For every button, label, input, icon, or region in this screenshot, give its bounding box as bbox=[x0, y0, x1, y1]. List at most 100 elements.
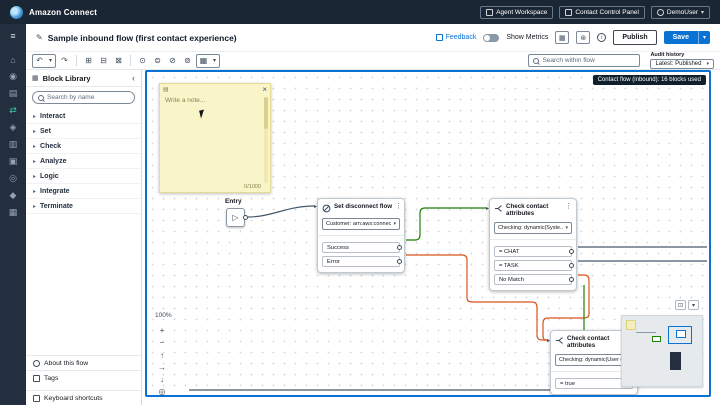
branch-no-match-port[interactable] bbox=[569, 277, 574, 282]
nav-menu-button[interactable]: ≡ bbox=[0, 27, 26, 44]
flow-search-input[interactable] bbox=[542, 57, 635, 64]
publish-button[interactable]: Publish bbox=[613, 30, 656, 45]
nav-users-button[interactable]: ◉ bbox=[0, 68, 26, 85]
branch-success-port[interactable] bbox=[397, 245, 402, 250]
delete-tool-button[interactable]: ⊘ bbox=[166, 54, 179, 67]
save-menu-button[interactable]: ▾ bbox=[698, 31, 710, 44]
nav-contact-button[interactable]: ◎ bbox=[0, 170, 26, 187]
redo-button[interactable]: ↷ bbox=[58, 54, 71, 67]
delete-tool-icon: ⊘ bbox=[169, 56, 176, 65]
search-icon bbox=[533, 58, 539, 64]
center-view-button[interactable]: ◎ bbox=[156, 385, 168, 397]
arrow-right-icon: → bbox=[158, 363, 166, 372]
entry-label: Entry bbox=[225, 198, 242, 205]
category-check[interactable]: ▸ Check bbox=[26, 139, 141, 154]
collapse-panel-button[interactable]: ‹ bbox=[132, 74, 135, 83]
pointer-tool-button[interactable]: ⊙ bbox=[136, 54, 149, 67]
kebab-menu-icon[interactable]: ⋮ bbox=[395, 203, 402, 210]
flow-settings-button[interactable]: ⊛ bbox=[576, 31, 590, 44]
about-this-flow-label: About this flow bbox=[44, 360, 88, 367]
branch-task-port[interactable] bbox=[569, 263, 574, 268]
routing-icon: ◈ bbox=[10, 122, 17, 133]
nav-routing-button[interactable]: ◈ bbox=[0, 119, 26, 136]
show-metrics-label: Show Metrics bbox=[506, 34, 548, 41]
minimap-collapse-button[interactable]: ▾ bbox=[688, 300, 699, 310]
check-contact-attributes-block[interactable]: ▸ Check contact attributes ⋮ Checking: d… bbox=[489, 198, 577, 291]
nav-metrics-button[interactable]: ▤ bbox=[0, 85, 26, 102]
block-parameter-select[interactable]: Checking: dynamic(Syste... ▾ bbox=[494, 222, 572, 234]
branch-error-port[interactable] bbox=[397, 259, 402, 264]
block-input-port[interactable]: ▸ bbox=[486, 205, 489, 212]
block-parameter-value: Customer: arn:aws:connec... bbox=[326, 221, 391, 227]
undo-button[interactable]: ↶ bbox=[33, 54, 46, 67]
category-label: Analyze bbox=[40, 158, 66, 165]
category-label: Set bbox=[40, 128, 51, 135]
pan-right-button[interactable]: → bbox=[156, 361, 168, 373]
branch-error: Error bbox=[322, 256, 400, 267]
block-library-title: Block Library bbox=[43, 74, 91, 83]
pan-up-button[interactable]: ↑ bbox=[156, 349, 168, 361]
tags-button[interactable]: Tags bbox=[26, 370, 141, 385]
category-logic[interactable]: ▸ Logic bbox=[26, 169, 141, 184]
undo-history-button[interactable]: ▾ bbox=[46, 54, 55, 67]
pointer-tool-icon: ⊙ bbox=[139, 56, 146, 65]
edit-title-icon[interactable]: ✎ bbox=[36, 33, 43, 42]
set-disconnect-flow-block[interactable]: ▸ Set disconnect flow ⋮ Customer: arn:aw… bbox=[317, 198, 405, 273]
group-tool-button[interactable]: ⊚ bbox=[181, 54, 194, 67]
cut-button[interactable]: ⊟ bbox=[97, 54, 110, 67]
nav-analytics-button[interactable]: ▥ bbox=[0, 136, 26, 153]
nav-home-button[interactable]: ⌂ bbox=[0, 51, 26, 68]
pan-down-button[interactable]: ↓ bbox=[156, 373, 168, 385]
info-button[interactable]: i bbox=[597, 33, 606, 42]
flow-tools-button[interactable]: ▦ bbox=[555, 31, 569, 44]
branch-chat-port[interactable] bbox=[569, 249, 574, 254]
branch-label: No Match bbox=[499, 277, 524, 283]
block-input-port[interactable]: ▸ bbox=[547, 337, 550, 344]
nav-channels-button[interactable]: ▣ bbox=[0, 153, 26, 170]
minimap-expand-button[interactable]: ⊡ bbox=[675, 300, 686, 310]
minimap-viewport[interactable] bbox=[670, 352, 681, 370]
category-set[interactable]: ▸ Set bbox=[26, 124, 141, 139]
feedback-link[interactable]: Feedback bbox=[436, 34, 477, 41]
audit-history-value: Latest: Published bbox=[655, 61, 701, 67]
show-metrics-toggle[interactable] bbox=[483, 34, 499, 42]
branch-label: Success bbox=[327, 245, 349, 251]
zoom-in-button[interactable]: + bbox=[156, 324, 168, 336]
close-icon[interactable]: × bbox=[262, 85, 267, 94]
minimap[interactable] bbox=[621, 315, 703, 387]
user-menu-button[interactable]: DemoUser ▾ bbox=[651, 6, 710, 19]
save-button[interactable]: Save bbox=[664, 31, 698, 44]
user-name-label: DemoUser bbox=[667, 9, 698, 16]
about-this-flow-button[interactable]: About this flow bbox=[26, 355, 141, 370]
category-terminate[interactable]: ▸ Terminate bbox=[26, 199, 141, 214]
zoom-out-button[interactable]: − bbox=[156, 336, 168, 348]
library-search-input[interactable] bbox=[47, 94, 129, 101]
flows-icon: ⇄ bbox=[9, 105, 17, 116]
entry-output-port[interactable] bbox=[243, 215, 248, 220]
category-interact[interactable]: ▸ Interact bbox=[26, 109, 141, 124]
channels-icon: ▣ bbox=[9, 156, 18, 167]
insert-menu-caret-button[interactable]: ▾ bbox=[210, 54, 219, 67]
sticky-note[interactable]: ▤ × Write a note... 0/1000 bbox=[159, 83, 271, 193]
category-analyze[interactable]: ▸ Analyze bbox=[26, 154, 141, 169]
category-integrate[interactable]: ▸ Integrate bbox=[26, 184, 141, 199]
flow-toolbar: ↶ ▾ ↷ ⊞ ⊟ ⊠ ⊙ ⊜ ⊘ ⊚ ▦ ▾ Audit history La… bbox=[26, 51, 720, 70]
note-placeholder[interactable]: Write a note... bbox=[165, 97, 205, 104]
nav-apps-button[interactable]: ◆ bbox=[0, 187, 26, 204]
nav-modules-button[interactable]: ▦ bbox=[0, 204, 26, 221]
nav-flows-button[interactable]: ⇄ bbox=[0, 102, 26, 119]
note-scrollbar[interactable] bbox=[264, 97, 268, 183]
paste-button[interactable]: ⊠ bbox=[112, 54, 125, 67]
copy-button[interactable]: ⊞ bbox=[82, 54, 95, 67]
keyboard-shortcuts-button[interactable]: Keyboard shortcuts bbox=[26, 390, 141, 405]
contact-control-panel-button[interactable]: Contact Control Panel bbox=[559, 6, 645, 19]
lasso-tool-button[interactable]: ⊜ bbox=[151, 54, 164, 67]
check-contact-attributes-icon bbox=[555, 336, 564, 345]
agent-workspace-button[interactable]: Agent Workspace bbox=[480, 6, 553, 19]
flow-canvas[interactable]: Contact flow (inbound): 16 blocks used ▤… bbox=[145, 70, 711, 397]
block-input-port[interactable]: ▸ bbox=[314, 203, 317, 210]
kebab-menu-icon[interactable]: ⋮ bbox=[565, 203, 572, 210]
audit-history-select[interactable]: Latest: Published ▾ bbox=[650, 59, 714, 69]
insert-menu-button[interactable]: ▦ bbox=[197, 54, 210, 67]
block-parameter-select[interactable]: Customer: arn:aws:connec... ▾ bbox=[322, 218, 400, 230]
